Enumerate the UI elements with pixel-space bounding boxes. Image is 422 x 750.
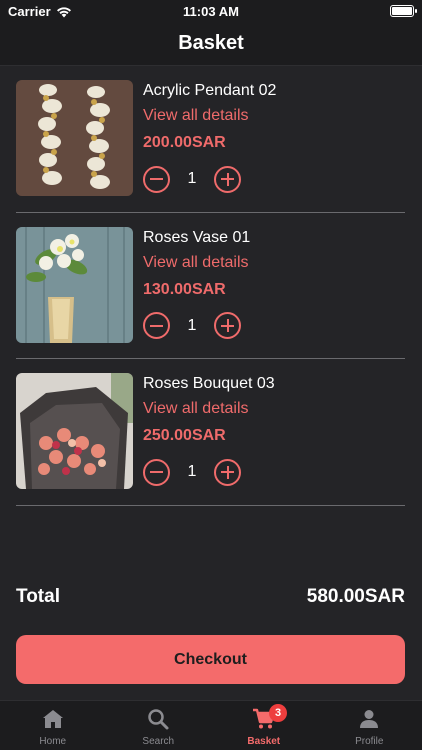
decrease-quantity-button[interactable] (143, 458, 170, 486)
total-label: Total (16, 586, 60, 607)
navigation-bar: Basket (0, 22, 422, 66)
tab-label: Search (142, 736, 175, 747)
quantity-value: 1 (187, 463, 197, 480)
tab-home[interactable]: Home (0, 701, 106, 750)
search-icon (148, 709, 169, 730)
checkout-button[interactable]: Checkout (16, 635, 405, 684)
person-icon (360, 710, 379, 728)
view-details-link[interactable]: View all details (143, 400, 249, 418)
tab-bar: Home Search 3 Basket Profile (0, 700, 422, 750)
view-details-link[interactable]: View all details (143, 254, 249, 272)
home-icon (42, 710, 63, 728)
quantity-value: 1 (187, 170, 197, 187)
battery-icon (390, 5, 417, 17)
quantity-value: 1 (187, 316, 197, 334)
increase-quantity-button[interactable] (214, 312, 241, 339)
product-image-roses-bouquet[interactable] (16, 373, 133, 489)
product-price: 200.00SAR (143, 134, 226, 151)
status-time: 11:03 AM (183, 4, 239, 19)
total-row: Total 580.00SAR (16, 586, 405, 608)
status-bar: Carrier 11:03 AM (0, 0, 422, 22)
product-name: Roses Bouquet 03 (143, 375, 275, 392)
quantity-stepper: 1 (143, 312, 241, 340)
product-image-roses-vase[interactable] (16, 226, 133, 343)
view-details-link[interactable]: View all details (143, 107, 249, 125)
product-price: 130.00SAR (143, 280, 226, 298)
basket-item: Acrylic Pendant 02 View all details 200.… (16, 66, 405, 213)
product-name: Acrylic Pendant 02 (143, 82, 277, 99)
total-value: 580.00SAR (306, 586, 405, 607)
quantity-stepper: 1 (143, 165, 241, 193)
basket-list: Acrylic Pendant 02 View all details 200.… (16, 66, 405, 506)
product-image-acrylic-pendant[interactable] (16, 80, 133, 196)
tab-label: Home (39, 736, 67, 747)
tab-search[interactable]: Search (106, 701, 212, 750)
product-price: 250.00SAR (143, 427, 226, 444)
basket-item: Roses Bouquet 03 View all details 250.00… (16, 359, 405, 506)
tab-label: Basket (247, 736, 281, 747)
page-title: Basket (178, 32, 244, 54)
basket-item: Roses Vase 01 View all details 130.00SAR… (16, 213, 405, 359)
increase-quantity-button[interactable] (214, 165, 241, 193)
quantity-stepper: 1 (143, 458, 241, 486)
tab-basket[interactable]: 3 Basket (211, 701, 317, 750)
tab-profile[interactable]: Profile (317, 701, 422, 750)
basket-count-badge: 3 (269, 704, 287, 722)
decrease-quantity-button[interactable] (143, 165, 170, 193)
decrease-quantity-button[interactable] (143, 312, 170, 339)
increase-quantity-button[interactable] (214, 458, 241, 486)
product-name: Roses Vase 01 (143, 228, 251, 246)
tab-label: Profile (355, 736, 384, 747)
